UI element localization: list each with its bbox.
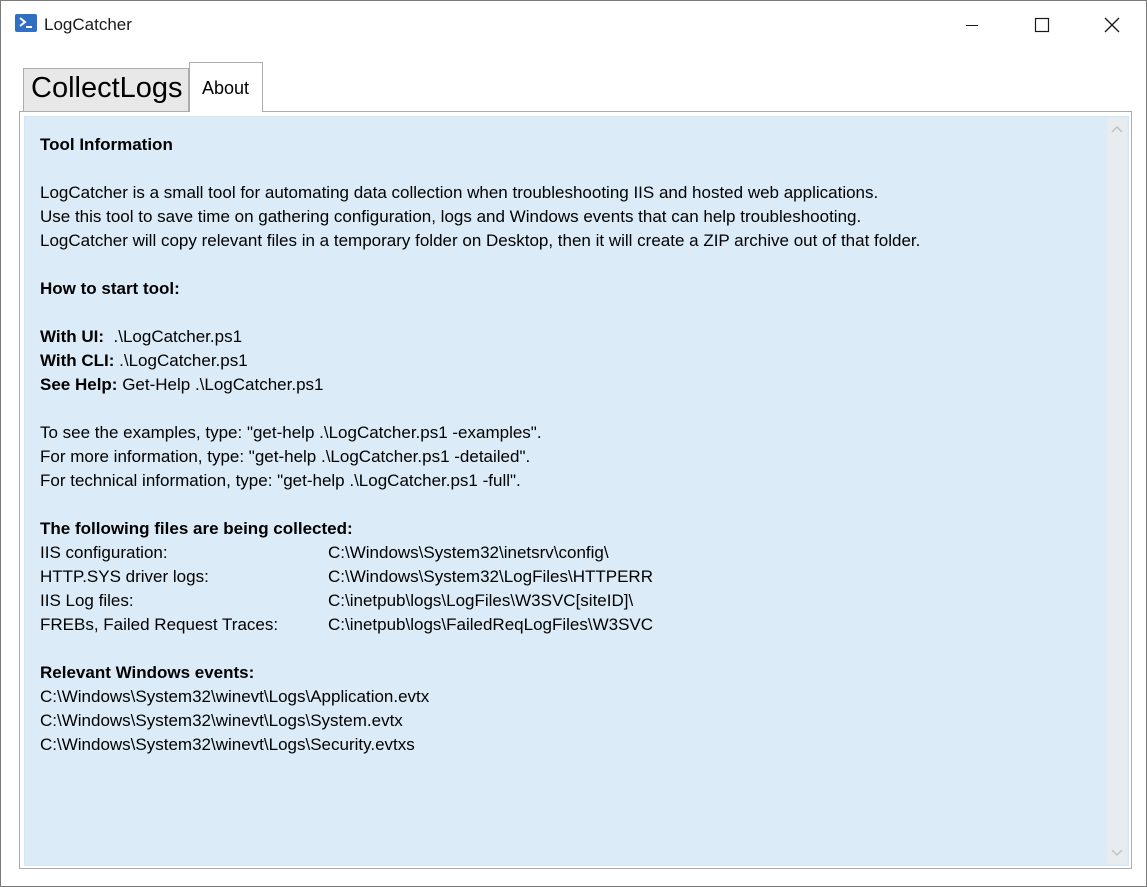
powershell-icon [15,14,37,32]
usage-help: See Help: Get-Help .\LogCatcher.ps1 [40,373,1100,397]
usage-ui: With UI: .\LogCatcher.ps1 [40,325,1100,349]
file-path: C:\Windows\System32\inetsrv\config\ [328,543,609,562]
tab-content-panel: Tool Information LogCatcher is a small t… [19,111,1132,869]
usage-label: With UI: [40,327,105,346]
file-row: HTTP.SYS driver logs: C:\Windows\System32… [40,565,1100,589]
how-to-heading: How to start tool: [40,279,180,298]
about-text: Tool Information LogCatcher is a small t… [40,133,1100,757]
file-row: IIS Log files: C:\inetpub\logs\LogFiles\W… [40,589,1100,613]
about-textbox[interactable]: Tool Information LogCatcher is a small t… [24,116,1129,866]
file-row: FREBs, Failed Request Traces: C:\inetpub\… [40,613,1100,637]
help-line: For more information, type: "get-help .\… [40,447,531,466]
file-path: C:\Windows\System32\LogFiles\HTTPERR [328,567,653,586]
event-path: C:\Windows\System32\winevt\Logs\Applicat… [40,687,430,706]
tool-info-heading: Tool Information [40,135,173,154]
file-name: HTTP.SYS driver logs: [40,567,209,586]
description-line: LogCatcher is a small tool for automatin… [40,183,879,202]
minimize-icon [966,25,978,26]
vertical-scrollbar[interactable] [1107,118,1127,864]
maximize-icon [1034,17,1050,33]
file-name: IIS configuration: [40,543,168,562]
help-line: To see the examples, type: "get-help .\L… [40,423,542,442]
usage-value: .\LogCatcher.ps1 [114,351,248,370]
file-path: C:\inetpub\logs\LogFiles\W3SVC[siteID]\ [328,591,634,610]
tab-collectlogs[interactable]: CollectLogs [23,68,189,111]
help-line: For technical information, type: "get-he… [40,471,521,490]
file-name: IIS Log files: [40,591,134,610]
event-path: C:\Windows\System32\winevt\Logs\Security… [40,735,415,754]
files-heading: The following files are being collected: [40,519,353,538]
file-name: FREBs, Failed Request Traces: [40,615,279,634]
maximize-button[interactable] [1007,1,1077,49]
description-line: LogCatcher will copy relevant files in a… [40,231,921,250]
close-button[interactable] [1077,1,1147,49]
event-path: C:\Windows\System32\winevt\Logs\System.e… [40,711,403,730]
description-line: Use this tool to save time on gathering … [40,207,862,226]
chevron-down-icon [1111,849,1123,857]
scroll-up-button[interactable] [1107,118,1127,140]
scroll-down-button[interactable] [1107,842,1127,864]
tab-about[interactable]: About [189,62,263,112]
chevron-up-icon [1111,125,1123,133]
usage-value: .\LogCatcher.ps1 [104,327,243,346]
usage-label: With CLI: [40,351,115,370]
usage-cli: With CLI: .\LogCatcher.ps1 [40,349,1100,373]
file-row: IIS configuration: C:\Windows\System32\in… [40,541,1100,565]
window-title: LogCatcher [44,15,132,34]
app-window: LogCatcher CollectLogs About Tool Inform… [0,0,1147,887]
file-path: C:\inetpub\logs\FailedReqLogFiles\W3SVC [328,615,654,634]
title-bar[interactable]: LogCatcher [1,1,1146,49]
events-heading: Relevant Windows events: [40,663,255,682]
usage-value: Get-Help .\LogCatcher.ps1 [117,375,324,394]
minimize-button[interactable] [937,1,1007,49]
close-icon [1104,17,1120,33]
usage-label: See Help: [40,375,118,394]
